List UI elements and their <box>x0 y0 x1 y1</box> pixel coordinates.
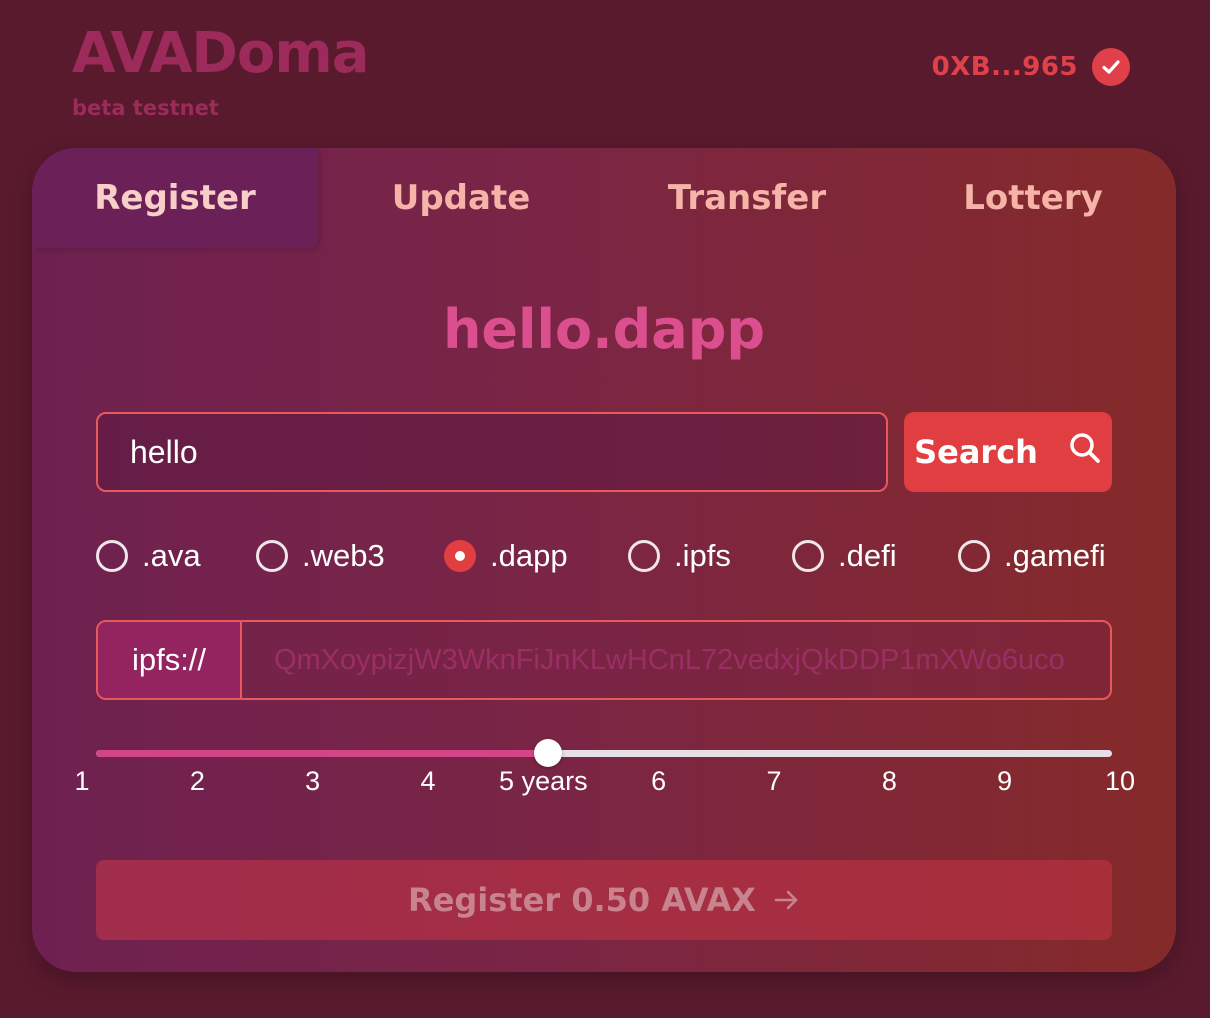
radio-button[interactable] <box>96 540 128 572</box>
duration-tick-label: 1 <box>74 766 90 796</box>
ipfs-prefix-label: ipfs:// <box>98 622 242 698</box>
tld-label: .gamefi <box>1004 538 1106 573</box>
duration-tick-label: 7 <box>766 766 782 796</box>
register-button[interactable]: Register 0.50 AVAX <box>96 860 1112 940</box>
slider-thumb[interactable] <box>533 739 562 767</box>
tld-label: .ipfs <box>674 538 731 573</box>
tld-option-ava[interactable]: .ava <box>96 538 201 574</box>
tld-option-dapp[interactable]: .dapp <box>444 538 568 574</box>
check-circle-icon <box>1092 48 1130 86</box>
search-icon <box>1068 431 1102 473</box>
arrow-right-icon <box>774 881 800 919</box>
tld-radio-group: .ava .web3 .dapp .ipfs .defi .gamefi <box>96 538 1112 578</box>
ipfs-input-group: ipfs:// <box>96 620 1112 700</box>
radio-button[interactable] <box>792 540 824 572</box>
tld-label: .ava <box>142 538 201 573</box>
app-subtitle: beta testnet <box>72 96 219 120</box>
duration-tick-label: 10 <box>1104 766 1136 796</box>
tld-option-ipfs[interactable]: .ipfs <box>628 538 731 574</box>
register-card: Register Update Transfer Lottery hello.d… <box>32 148 1176 972</box>
duration-tick-label: 2 <box>189 766 205 796</box>
tab-bar: Register Update Transfer Lottery <box>32 148 1176 250</box>
tld-option-gamefi[interactable]: .gamefi <box>958 538 1106 574</box>
wallet-address[interactable]: 0XB...965 <box>932 52 1078 82</box>
tld-label: .web3 <box>302 538 385 573</box>
duration-tick-labels: 1 2 3 4 5 years 6 7 8 9 10 <box>64 766 1144 806</box>
radio-button[interactable] <box>958 540 990 572</box>
radio-button[interactable] <box>628 540 660 572</box>
duration-tick-label: 3 <box>305 766 321 796</box>
search-button-label: Search <box>914 433 1038 471</box>
app-title[interactable]: AVADoma <box>72 24 370 84</box>
tld-option-defi[interactable]: .defi <box>792 538 897 574</box>
duration-tick-label: 4 <box>420 766 436 796</box>
tab-transfer[interactable]: Transfer <box>604 148 890 248</box>
duration-tick-label: 9 <box>997 766 1013 796</box>
wallet-status[interactable]: 0XB...965 <box>932 48 1130 86</box>
search-button[interactable]: Search <box>904 412 1112 492</box>
radio-button[interactable] <box>256 540 288 572</box>
duration-slider[interactable] <box>96 739 1112 767</box>
tld-option-web3[interactable]: .web3 <box>256 538 385 574</box>
app-page: AVADoma beta testnet 0XB...965 Register … <box>0 0 1210 1018</box>
tab-update[interactable]: Update <box>318 148 604 248</box>
tab-lottery[interactable]: Lottery <box>890 148 1176 248</box>
radio-button-checked[interactable] <box>444 540 476 572</box>
brand: AVADoma beta testnet <box>72 24 370 121</box>
domain-search-input[interactable] <box>96 412 888 492</box>
tab-register[interactable]: Register <box>32 148 318 248</box>
domain-title: hello.dapp <box>442 298 766 361</box>
tld-label: .defi <box>838 538 897 573</box>
register-button-label: Register 0.50 AVAX <box>408 881 756 919</box>
duration-tick-label: 6 <box>651 766 667 796</box>
tld-label: .dapp <box>490 538 568 573</box>
duration-tick-label: 8 <box>881 766 897 796</box>
ipfs-hash-input[interactable] <box>242 622 1110 698</box>
duration-tick-label: 5 years <box>499 766 588 796</box>
slider-fill <box>96 750 548 757</box>
